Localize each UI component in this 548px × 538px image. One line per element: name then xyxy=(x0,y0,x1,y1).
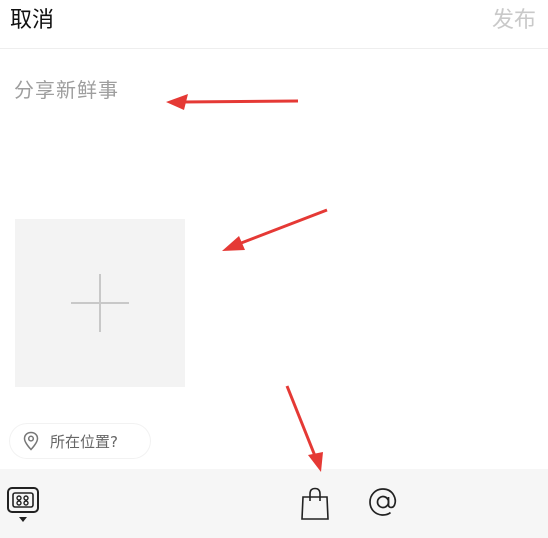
compose-input[interactable]: 分享新鲜事 xyxy=(14,74,314,103)
location-pin-icon xyxy=(23,431,39,451)
publish-button[interactable]: 发布 xyxy=(492,2,536,34)
photo-album-icon[interactable] xyxy=(6,485,40,525)
annotation-arrow xyxy=(285,385,323,472)
annotation-arrow xyxy=(222,208,328,251)
top-bar: 取消 发布 xyxy=(0,0,548,49)
bottom-toolbar xyxy=(0,469,548,538)
cancel-button[interactable]: 取消 xyxy=(10,2,54,34)
location-label: 所在位置? xyxy=(50,433,118,451)
location-button[interactable]: 所在位置? xyxy=(10,424,150,458)
add-photo-button[interactable] xyxy=(15,219,185,387)
at-mention-icon[interactable] xyxy=(366,485,400,519)
shopping-bag-icon[interactable] xyxy=(299,487,331,521)
